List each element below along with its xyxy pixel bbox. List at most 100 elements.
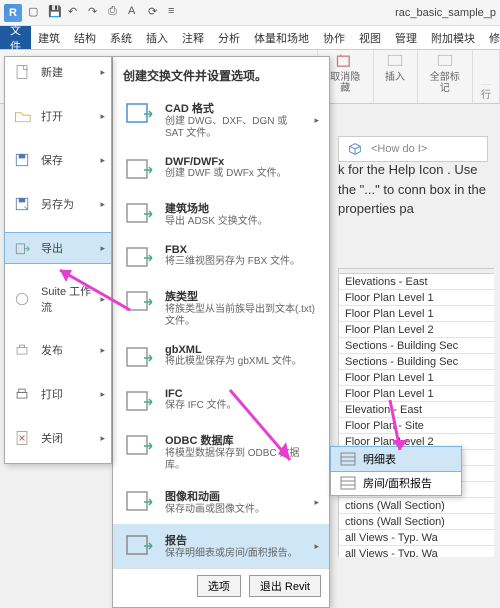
odbc-icon	[123, 432, 155, 460]
open-icon[interactable]: ▢	[28, 5, 44, 21]
tab-collaborate[interactable]: 协作	[316, 26, 352, 49]
chevron-right-icon: ▸	[100, 433, 105, 444]
export-item-site[interactable]: 建筑场地导出 ADSK 交换文件。	[113, 192, 329, 236]
type-selector[interactable]: <How do I>	[338, 136, 488, 162]
file-menu-label: 导出	[41, 240, 63, 256]
export-item-desc: 导出 ADSK 交换文件。	[165, 216, 319, 228]
export-item-odbc[interactable]: ODBC 数据库将模型数据保存到 ODBC 数据库。	[113, 424, 329, 480]
view-list-row[interactable]: ctions (Wall Section)	[339, 514, 494, 530]
tab-structure[interactable]: 结构	[67, 26, 103, 49]
save-icon[interactable]: 💾	[48, 5, 64, 21]
more-icon[interactable]: ≡	[168, 5, 184, 21]
chevron-right-icon: ▸	[100, 294, 105, 305]
export-item-report[interactable]: 报告保存明细表或房间/面积报告。▸	[113, 524, 329, 568]
tab-analyze[interactable]: 分析	[211, 26, 247, 49]
file-menu-floppy[interactable]: 保存▸	[5, 145, 111, 175]
export-item-image[interactable]: 图像和动画保存动画或图像文件。▸	[113, 480, 329, 524]
tab-annotate[interactable]: 注释	[175, 26, 211, 49]
export-title: 创建交换文件并设置选项。	[113, 63, 329, 92]
file-menu-publish[interactable]: 发布▸	[5, 335, 111, 365]
export-item-dwf[interactable]: DWF/DWFx创建 DWF 或 DWFx 文件。	[113, 148, 329, 192]
view-list-row[interactable]: Floor Plan - Site	[339, 418, 494, 434]
floppy-icon	[11, 151, 33, 169]
file-menu-close-doc[interactable]: 关闭 ▸	[5, 423, 111, 453]
report-item-label: 房间/面积报告	[363, 475, 432, 491]
file-menu-document-new[interactable]: 新建▸	[5, 57, 111, 87]
tab-architecture[interactable]: 建筑	[31, 26, 67, 49]
export-item-ifc[interactable]: IFC保存 IFC 文件。	[113, 380, 329, 424]
export-item-title: 图像和动画	[165, 488, 304, 504]
report-submenu: 明细表房间/面积报告	[330, 446, 462, 496]
file-menu-label: 关闭	[41, 430, 63, 446]
report-item-room[interactable]: 房间/面积报告	[331, 471, 461, 495]
export-item-desc: 创建 DWG、DXF、DGN 或 SAT 文件。	[165, 116, 304, 140]
view-list-row[interactable]: Floor Plan Level 2	[339, 322, 494, 338]
export-item-title: CAD 格式	[165, 100, 304, 116]
file-menu-label: 打开	[41, 108, 63, 124]
file-menu-folder-open[interactable]: 打开 ▸	[5, 101, 111, 131]
schedule-icon	[339, 451, 357, 467]
tab-view[interactable]: 视图	[352, 26, 388, 49]
tab-addins[interactable]: 附加模块	[424, 26, 482, 49]
view-list-row[interactable]: ctions (Wall Section)	[339, 498, 494, 514]
cube-icon	[347, 141, 363, 157]
view-list-row[interactable]: Sections - Building Sec	[339, 338, 494, 354]
unhide-button[interactable]: 取消隐藏	[326, 52, 364, 94]
undo-icon[interactable]: ↶	[68, 5, 84, 21]
file-tab[interactable]: 文件	[0, 26, 31, 49]
quick-access-toolbar: ▢ 💾 ↶ ↷ ⎙ A ⟳ ≡	[28, 5, 184, 21]
view-list-row[interactable]: Floor Plan Level 1	[339, 290, 494, 306]
tab-insert[interactable]: 插入	[139, 26, 175, 49]
sync-icon[interactable]: ⟳	[148, 5, 164, 21]
export-item-cad[interactable]: CAD 格式创建 DWG、DXF、DGN 或 SAT 文件。▸	[113, 92, 329, 148]
view-list-row[interactable]: Elevations - East	[339, 274, 494, 290]
chevron-right-icon: ▸	[314, 497, 319, 508]
export-item-family[interactable]: 族类型将族类型从当前族导出到文本(.txt)文件。	[113, 280, 329, 336]
dwf-icon	[123, 156, 155, 184]
tab-modify[interactable]: 修改	[482, 26, 500, 49]
view-list-row[interactable]: Floor Plan Level 1	[339, 370, 494, 386]
view-list-row[interactable]: all Views - Typ. Wa	[339, 530, 494, 546]
file-menu-floppy-as[interactable]: 另存为▸	[5, 189, 111, 219]
exit-revit-button[interactable]: 退出 Revit	[249, 575, 321, 597]
gbxml-icon	[123, 344, 155, 372]
tab-massing[interactable]: 体量和场地	[247, 26, 316, 49]
ribbon-group-row: 行	[473, 50, 500, 103]
view-list-row[interactable]: Floor Plan Level 1	[339, 306, 494, 322]
chevron-right-icon: ▸	[100, 389, 105, 400]
cad-icon	[123, 100, 155, 128]
export-item-title: 族类型	[165, 288, 319, 304]
measure-icon[interactable]: A	[128, 5, 144, 21]
chevron-right-icon: ▸	[100, 111, 105, 122]
export-item-desc: 将三维视图另存为 FBX 文件。	[165, 256, 319, 268]
export-item-fbx[interactable]: FBX将三维视图另存为 FBX 文件。	[113, 236, 329, 280]
tagall-button[interactable]: 全部标记	[426, 52, 464, 94]
export-submenu: 创建交换文件并设置选项。 CAD 格式创建 DWG、DXF、DGN 或 SAT …	[112, 56, 330, 608]
chevron-right-icon: ▸	[314, 541, 319, 552]
tab-manage[interactable]: 管理	[388, 26, 424, 49]
view-list-row[interactable]: Sections - Building Sec	[339, 354, 494, 370]
file-menu-suite[interactable]: Suite 工作流▸	[5, 277, 111, 321]
file-menu-printer[interactable]: 打印▸	[5, 379, 111, 409]
ribbon-group-tagall: 全部标记	[418, 50, 473, 103]
file-menu-export[interactable]: 导出 ▸	[4, 232, 112, 264]
export-item-title: IFC	[165, 388, 319, 400]
export-item-gbxml[interactable]: gbXML将此模型保存为 gbXML 文件。	[113, 336, 329, 380]
view-list: Elevations - EastFloor Plan Level 1Floor…	[338, 268, 494, 557]
report-item-schedule[interactable]: 明细表	[330, 446, 462, 472]
tab-systems[interactable]: 系统	[103, 26, 139, 49]
options-button[interactable]: 选项	[197, 575, 241, 597]
view-list-row[interactable]: Floor Plan Level 1	[339, 386, 494, 402]
redo-icon[interactable]: ↷	[88, 5, 104, 21]
print-icon[interactable]: ⎙	[108, 5, 124, 21]
ribbon-tabs: 文件 建筑 结构 系统 插入 注释 分析 体量和场地 协作 视图 管理 附加模块…	[0, 26, 500, 50]
chevron-right-icon: ▸	[100, 345, 105, 356]
view-list-row[interactable]: all Views - Typ. Wa	[339, 546, 494, 557]
close-doc-icon	[11, 429, 33, 447]
chevron-right-icon: ▸	[100, 243, 105, 254]
view-list-row[interactable]: Elevation - East	[339, 402, 494, 418]
ifc-icon	[123, 388, 155, 416]
file-menu-label: 新建	[41, 64, 63, 80]
export-item-desc: 创建 DWF 或 DWFx 文件。	[165, 168, 319, 180]
insert-button[interactable]: 插入	[385, 52, 405, 83]
